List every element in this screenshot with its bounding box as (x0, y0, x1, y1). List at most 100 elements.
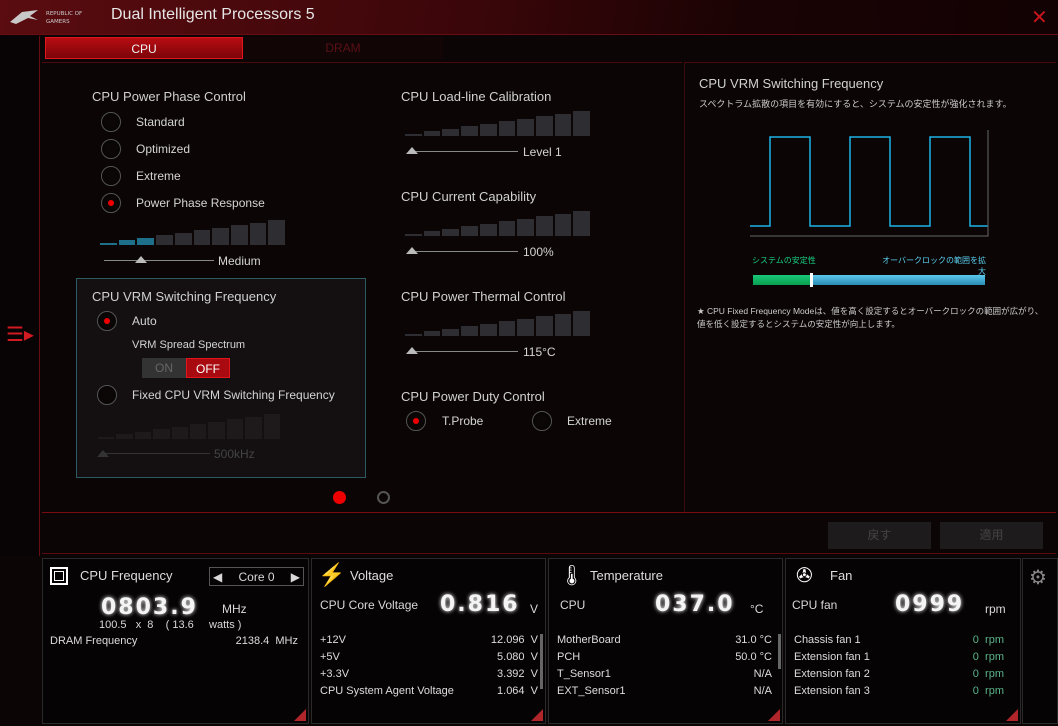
level-segment (573, 111, 591, 136)
current-slider-track[interactable] (410, 251, 518, 252)
current-value: 100% (523, 245, 554, 259)
llc-value: Level 1 (523, 145, 562, 159)
level-segment (442, 128, 460, 136)
page-dot-2[interactable] (377, 491, 390, 504)
thermal-slider-handle[interactable] (406, 347, 418, 354)
spread-off-button[interactable]: OFF (186, 358, 230, 378)
expand-corner-icon[interactable] (1006, 709, 1018, 721)
spread-on-button[interactable]: ON (142, 358, 186, 378)
level-segment (405, 133, 422, 136)
level-segment (208, 421, 225, 439)
thermal-slider-track[interactable] (410, 351, 518, 352)
level-segment (498, 321, 516, 336)
level-segment (554, 313, 572, 336)
overclock-label: オーバークロックの範囲を拡大 (882, 256, 986, 276)
temperature-list: MotherBoard 31.0 °C PCH 50.0 °C T_Sensor1 N… (557, 634, 772, 702)
expand-corner-icon[interactable] (531, 709, 543, 721)
llc-title: CPU Load-line Calibration (401, 89, 552, 104)
next-core-icon[interactable]: ▶ (291, 570, 300, 584)
help-title: CPU VRM Switching Frequency (699, 76, 884, 91)
vrm-level-value: 500kHz (214, 447, 255, 461)
level-segment (174, 232, 192, 245)
level-segment (517, 318, 534, 336)
cpu-fan-value: 0999 (895, 592, 965, 617)
level-segment (156, 235, 173, 245)
voltage-row: +5V 5.080 V (320, 651, 538, 668)
fan-panel: ✇ Fan CPU fan 0999 rpm Chassis fan 1 0 rp… (785, 558, 1021, 724)
prev-core-icon[interactable]: ◀ (213, 570, 222, 584)
level-segment (535, 316, 553, 336)
voltage-list: +12V 12.096 V +5V 5.080 V +3.3V 3.392 V CPU… (320, 634, 538, 702)
llc-slider-track[interactable] (410, 151, 518, 152)
title-bar: REPUBLIC OF GAMERS Dual Intelligent Proce… (0, 0, 1058, 35)
app-title: Dual Intelligent Processors 5 (111, 6, 315, 23)
tab-dram[interactable]: DRAM (243, 37, 443, 59)
row-label: Chassis fan 1 (794, 634, 861, 646)
phase-slider-track[interactable] (104, 260, 214, 261)
level-segment (226, 419, 244, 439)
core-label: Core 0 (238, 569, 275, 584)
llc-slider-handle[interactable] (406, 147, 418, 154)
menu-icon[interactable]: ☰▸ (6, 322, 34, 347)
current-level-bars[interactable] (405, 211, 591, 236)
row-value: 0 (972, 651, 979, 663)
dram-label: DRAM Frequency (50, 635, 138, 647)
current-slider-handle[interactable] (406, 247, 418, 254)
level-segment (116, 434, 133, 439)
cpu-temp-unit: °C (750, 602, 764, 616)
voltage-scrollbar[interactable] (540, 634, 543, 689)
radio-extreme[interactable] (101, 166, 121, 186)
core-voltage-value: 0.816 (440, 592, 520, 617)
radio-standard[interactable] (101, 112, 121, 132)
radio-duty-extreme[interactable] (532, 411, 552, 431)
current-title: CPU Current Capability (401, 189, 537, 204)
level-segment (137, 237, 155, 245)
thermal-value: 115°C (523, 345, 556, 359)
undo-button[interactable]: 戻す (828, 522, 931, 549)
row-label: MotherBoard (557, 634, 621, 646)
row-label: Extension fan 3 (794, 685, 870, 697)
thermal-level-bars[interactable] (405, 311, 591, 336)
row-value: 50.0 °C (735, 651, 772, 663)
level-segment (498, 221, 516, 236)
phase-slider-handle[interactable] (135, 256, 147, 263)
radio-power-phase-response[interactable] (101, 193, 121, 213)
row-label: +12V (320, 634, 346, 646)
level-segment (554, 113, 572, 136)
level-segment (134, 431, 152, 439)
radio-vrm-fixed[interactable] (97, 385, 117, 405)
level-segment (405, 333, 422, 336)
help-description: スペクトラム拡散の項目を有効にすると、システムの安定性が強化されます。 (699, 99, 1012, 109)
phase-level-bars[interactable] (100, 220, 286, 245)
radio-vrm-auto[interactable] (97, 311, 117, 331)
radio-tprobe[interactable] (406, 411, 426, 431)
cpu-frequency-detail: 100.5 x 8 ( 13.6 watts ) (99, 619, 242, 631)
temperature-scrollbar[interactable] (778, 634, 781, 669)
llc-level-bars[interactable] (405, 111, 591, 136)
row-value: N/A (753, 685, 772, 697)
level-segment (423, 131, 441, 136)
row-unit: rpm (985, 668, 1004, 680)
level-segment (461, 226, 478, 236)
square-wave-diagram (750, 130, 989, 237)
page-dot-1[interactable] (333, 491, 346, 504)
gear-icon[interactable]: ⚙ (1029, 565, 1047, 590)
level-segment (230, 225, 248, 245)
level-segment (573, 311, 591, 336)
fan-title: Fan (830, 568, 853, 583)
phase-control-title: CPU Power Phase Control (92, 89, 246, 104)
fan-row: Extension fan 1 0 rpm (794, 651, 1004, 668)
tab-cpu[interactable]: CPU (45, 37, 243, 59)
close-icon[interactable]: ✕ (1031, 5, 1048, 30)
expand-corner-icon[interactable] (294, 709, 306, 721)
level-segment (535, 216, 553, 236)
cpu-fan-label: CPU fan (792, 598, 838, 612)
apply-button[interactable]: 適用 (940, 522, 1043, 549)
core-selector[interactable]: ◀ Core 0 ▶ (209, 567, 304, 586)
row-value: 31.0 °C (735, 634, 772, 646)
vrm-title: CPU VRM Switching Frequency (92, 289, 277, 304)
radio-optimized[interactable] (101, 139, 121, 159)
level-segment (423, 231, 441, 236)
expand-corner-icon[interactable] (768, 709, 780, 721)
row-label: T_Sensor1 (557, 668, 611, 680)
